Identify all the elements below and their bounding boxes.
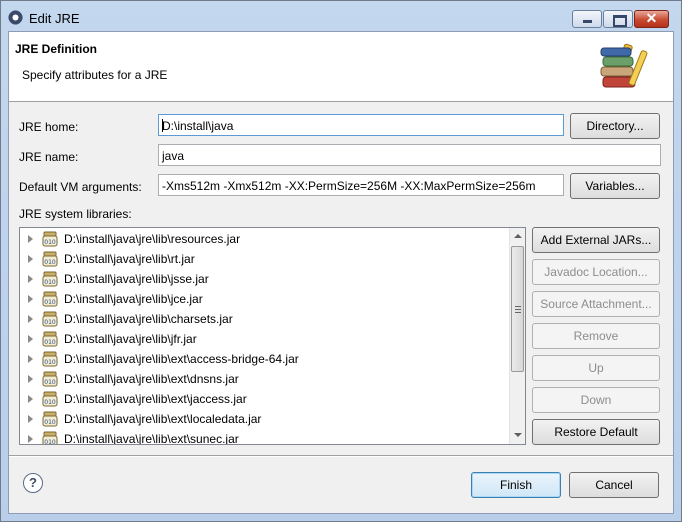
expand-arrow-icon[interactable]	[28, 235, 33, 243]
jre-name-input[interactable]: java	[158, 144, 661, 166]
dialog-client-area: JRE Definition Specify attributes for a …	[8, 31, 674, 514]
cancel-button[interactable]: Cancel	[569, 472, 659, 498]
jar-icon: 010	[42, 351, 58, 367]
library-path: D:\install\java\jre\lib\rt.jar	[64, 252, 195, 266]
library-row[interactable]: 010 D:\install\java\jre\lib\jsse.jar	[20, 269, 510, 289]
variables-button[interactable]: Variables...	[570, 173, 660, 199]
library-row[interactable]: 010 D:\install\java\jre\lib\ext\access-br…	[20, 349, 510, 369]
maximize-icon	[613, 15, 627, 27]
footer-separator	[9, 455, 673, 456]
maximize-button[interactable]	[603, 10, 633, 28]
header-title: JRE Definition	[15, 42, 98, 56]
system-libraries-label: JRE system libraries:	[19, 207, 132, 221]
library-row[interactable]: 010 D:\install\java\jre\lib\ext\jaccess.j…	[20, 389, 510, 409]
books-icon	[600, 43, 648, 88]
expand-arrow-icon[interactable]	[28, 415, 33, 423]
jar-icon: 010	[42, 311, 58, 327]
system-libraries-tree[interactable]: 010 D:\install\java\jre\lib\resources.jar…	[19, 227, 526, 445]
library-path: D:\install\java\jre\lib\charsets.jar	[64, 312, 233, 326]
header-subtitle: Specify attributes for a JRE	[22, 68, 168, 82]
expand-arrow-icon[interactable]	[28, 435, 33, 443]
svg-text:010: 010	[44, 299, 56, 306]
library-row[interactable]: 010 D:\install\java\jre\lib\jce.jar	[20, 289, 510, 309]
jar-icon: 010	[42, 251, 58, 267]
expand-arrow-icon[interactable]	[28, 375, 33, 383]
svg-text:010: 010	[44, 319, 56, 326]
library-path: D:\install\java\jre\lib\ext\dnsns.jar	[64, 372, 239, 386]
grip-icon	[515, 306, 521, 313]
vertical-scrollbar[interactable]	[509, 228, 525, 444]
svg-text:010: 010	[44, 279, 56, 286]
add-external-jars-button[interactable]: Add External JARs...	[532, 227, 660, 253]
library-row[interactable]: 010 D:\install\java\jre\lib\ext\localedat…	[20, 409, 510, 429]
svg-text:010: 010	[44, 419, 56, 426]
jar-icon: 010	[42, 391, 58, 407]
vm-arguments-value: -Xms512m -Xmx512m -XX:PermSize=256M -XX:…	[162, 179, 536, 193]
minimize-button[interactable]	[572, 10, 602, 28]
jre-name-label: JRE name:	[19, 150, 79, 164]
library-path: D:\install\java\jre\lib\ext\access-bridg…	[64, 352, 299, 366]
svg-text:010: 010	[44, 259, 56, 266]
help-icon[interactable]: ?	[23, 473, 43, 493]
expand-arrow-icon[interactable]	[28, 395, 33, 403]
svg-text:010: 010	[44, 439, 56, 445]
jre-home-value: D:\install\java	[162, 119, 234, 133]
expand-arrow-icon[interactable]	[28, 295, 33, 303]
jar-icon: 010	[42, 271, 58, 287]
edit-jre-window: Edit JRE ✕ JRE Definition Specify attrib…	[0, 0, 682, 522]
library-path: D:\install\java\jre\lib\ext\localedata.j…	[64, 412, 262, 426]
expand-arrow-icon[interactable]	[28, 275, 33, 283]
library-row[interactable]: 010 D:\install\java\jre\lib\rt.jar	[20, 249, 510, 269]
library-path: D:\install\java\jre\lib\resources.jar	[64, 232, 241, 246]
scrollbar-thumb[interactable]	[511, 246, 524, 372]
jar-icon: 010	[42, 291, 58, 307]
vm-arguments-input[interactable]: -Xms512m -Xmx512m -XX:PermSize=256M -XX:…	[158, 174, 564, 196]
source-attachment-button[interactable]: Source Attachment...	[532, 291, 660, 317]
expand-arrow-icon[interactable]	[28, 315, 33, 323]
close-button[interactable]: ✕	[634, 10, 669, 28]
jar-icon: 010	[42, 411, 58, 427]
svg-text:010: 010	[44, 339, 56, 346]
jar-icon: 010	[42, 371, 58, 387]
library-row[interactable]: 010 D:\install\java\jre\lib\ext\sunec.jar	[20, 429, 510, 445]
minimize-icon	[583, 20, 592, 23]
restore-default-button[interactable]: Restore Default	[532, 419, 660, 445]
expand-arrow-icon[interactable]	[28, 335, 33, 343]
title-bar[interactable]: Edit JRE ✕	[1, 1, 681, 31]
jar-icon: 010	[42, 431, 58, 445]
eclipse-app-icon	[8, 10, 23, 25]
jar-icon: 010	[42, 231, 58, 247]
library-row[interactable]: 010 D:\install\java\jre\lib\ext\dnsns.jar	[20, 369, 510, 389]
library-path: D:\install\java\jre\lib\jsse.jar	[64, 272, 209, 286]
expand-arrow-icon[interactable]	[28, 255, 33, 263]
directory-button[interactable]: Directory...	[570, 113, 660, 139]
javadoc-location-button[interactable]: Javadoc Location...	[532, 259, 660, 285]
dialog-header: JRE Definition Specify attributes for a …	[9, 32, 673, 102]
vm-arguments-label: Default VM arguments:	[19, 180, 142, 194]
library-row[interactable]: 010 D:\install\java\jre\lib\resources.jar	[20, 229, 510, 249]
svg-text:010: 010	[44, 379, 56, 386]
down-button[interactable]: Down	[532, 387, 660, 413]
jar-icon: 010	[42, 331, 58, 347]
remove-button[interactable]: Remove	[532, 323, 660, 349]
close-icon: ✕	[645, 10, 658, 26]
jre-home-input[interactable]: D:\install\java	[158, 114, 564, 136]
library-row[interactable]: 010 D:\install\java\jre\lib\jfr.jar	[20, 329, 510, 349]
library-path: D:\install\java\jre\lib\jfr.jar	[64, 332, 197, 346]
jre-home-label: JRE home:	[19, 120, 79, 134]
library-path: D:\install\java\jre\lib\jce.jar	[64, 292, 203, 306]
expand-arrow-icon[interactable]	[28, 355, 33, 363]
svg-text:010: 010	[44, 239, 56, 246]
jre-name-value: java	[162, 149, 185, 163]
svg-text:010: 010	[44, 399, 56, 406]
library-row[interactable]: 010 D:\install\java\jre\lib\charsets.jar	[20, 309, 510, 329]
library-path: D:\install\java\jre\lib\ext\sunec.jar	[64, 432, 239, 445]
library-path: D:\install\java\jre\lib\ext\jaccess.jar	[64, 392, 247, 406]
scroll-up-arrow-icon[interactable]	[514, 234, 522, 238]
svg-text:010: 010	[44, 359, 56, 366]
window-title: Edit JRE	[29, 11, 80, 26]
up-button[interactable]: Up	[532, 355, 660, 381]
scroll-down-arrow-icon[interactable]	[514, 433, 522, 437]
finish-button[interactable]: Finish	[471, 472, 561, 498]
